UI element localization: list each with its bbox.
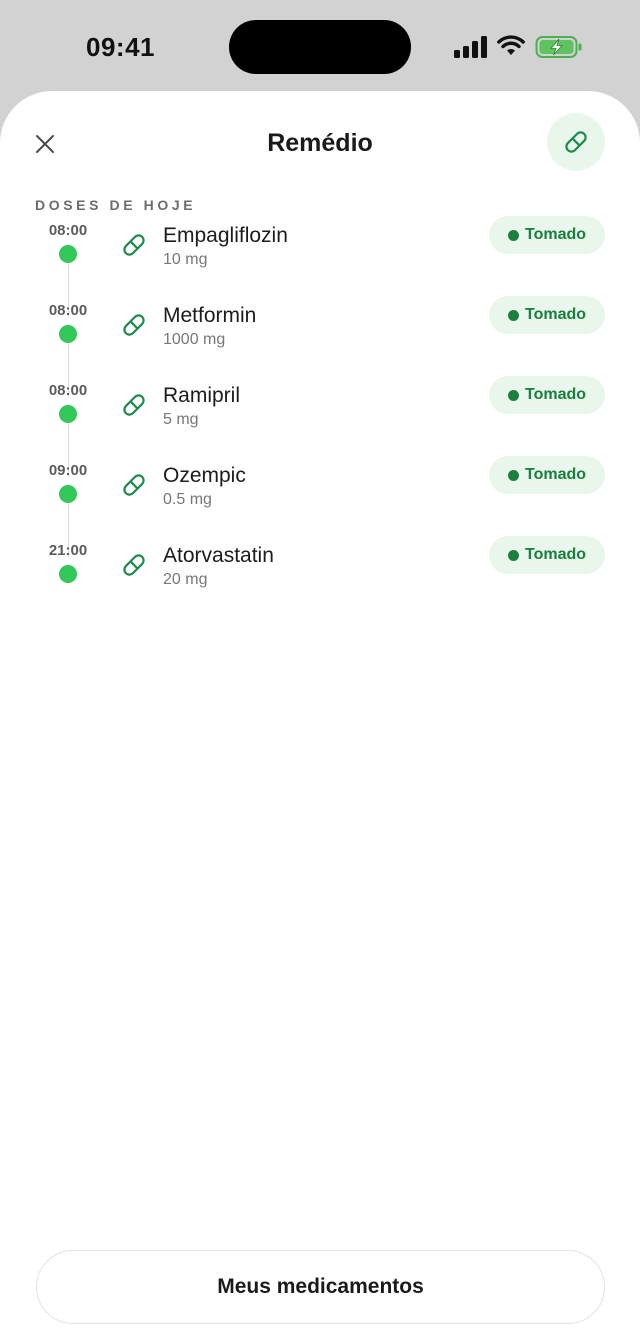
dose-time: 09:00 — [48, 462, 88, 479]
page-title: Remédio — [267, 129, 373, 157]
battery-charging-icon — [535, 36, 582, 58]
pill-icon — [123, 394, 145, 416]
pill-icon — [123, 474, 145, 496]
my-medications-label: Meus medicamentos — [217, 1275, 424, 1298]
status-dot — [507, 389, 519, 401]
dose-row: 08:00 Ramipril 5 mg Tomado — [0, 376, 640, 477]
pill-icon — [123, 554, 145, 576]
timeline-dot — [59, 565, 77, 583]
medication-name: Atorvastatin — [163, 544, 274, 567]
timeline-dot — [59, 485, 77, 503]
wifi-icon — [497, 35, 525, 55]
dose-time: 08:00 — [48, 222, 88, 239]
status-badge[interactable]: Tomado — [489, 456, 605, 494]
dose-row: 08:00 Empagliflozin 10 mg Tomado — [0, 216, 640, 317]
section-label: DOSES DE HOJE — [35, 197, 197, 213]
signal-icon — [454, 36, 487, 58]
medication-name: Empagliflozin — [163, 224, 288, 247]
status-dot — [507, 469, 519, 481]
status-dot — [507, 549, 519, 561]
status-time: 09:41 — [86, 32, 155, 62]
dose-row: 21:00 Atorvastatin 20 mg Tomado — [0, 536, 640, 619]
dose-list: 08:00 Empagliflozin 10 mg Tomado 08:00 M… — [0, 216, 640, 619]
dose-time: 08:00 — [48, 302, 88, 319]
dose-time: 21:00 — [48, 542, 88, 559]
medication-name: Ramipril — [163, 384, 241, 407]
status-label: Tomado — [524, 226, 587, 243]
dose-row: 09:00 Ozempic 0.5 mg Tomado — [0, 456, 640, 557]
medication-dose: 20 mg — [163, 571, 208, 588]
timeline-dot — [59, 325, 77, 343]
status-bar: 09:41 — [0, 0, 640, 92]
status-label: Tomado — [524, 546, 587, 563]
timeline-dot — [59, 245, 77, 263]
status-label: Tomado — [524, 306, 587, 323]
timeline-dot — [59, 405, 77, 423]
medication-name: Ozempic — [163, 464, 246, 487]
medication-dose: 1000 mg — [163, 331, 226, 348]
status-badge[interactable]: Tomado — [489, 376, 605, 414]
pill-icon — [565, 131, 587, 153]
add-medication-button[interactable] — [547, 113, 605, 171]
dose-time: 08:00 — [48, 382, 88, 399]
my-medications-button[interactable]: Meus medicamentos — [36, 1250, 605, 1324]
medication-dose: 0.5 mg — [163, 491, 212, 508]
pill-icon — [123, 234, 145, 256]
medication-dose: 10 mg — [163, 251, 208, 268]
medication-dose: 5 mg — [163, 411, 199, 428]
medication-sheet: Remédio DOSES DE HOJE 08:00 Empagliflozi… — [0, 91, 640, 1343]
status-badge[interactable]: Tomado — [489, 296, 605, 334]
status-dot — [507, 309, 519, 321]
status-badge[interactable]: Tomado — [489, 216, 605, 254]
dynamic-island — [229, 20, 411, 74]
status-badge[interactable]: Tomado — [489, 536, 605, 574]
dose-row: 08:00 Metformin 1000 mg Tomado — [0, 296, 640, 397]
status-label: Tomado — [524, 386, 587, 403]
pill-icon — [123, 314, 145, 336]
status-label: Tomado — [524, 466, 587, 483]
status-dot — [507, 229, 519, 241]
medication-name: Metformin — [163, 304, 257, 327]
